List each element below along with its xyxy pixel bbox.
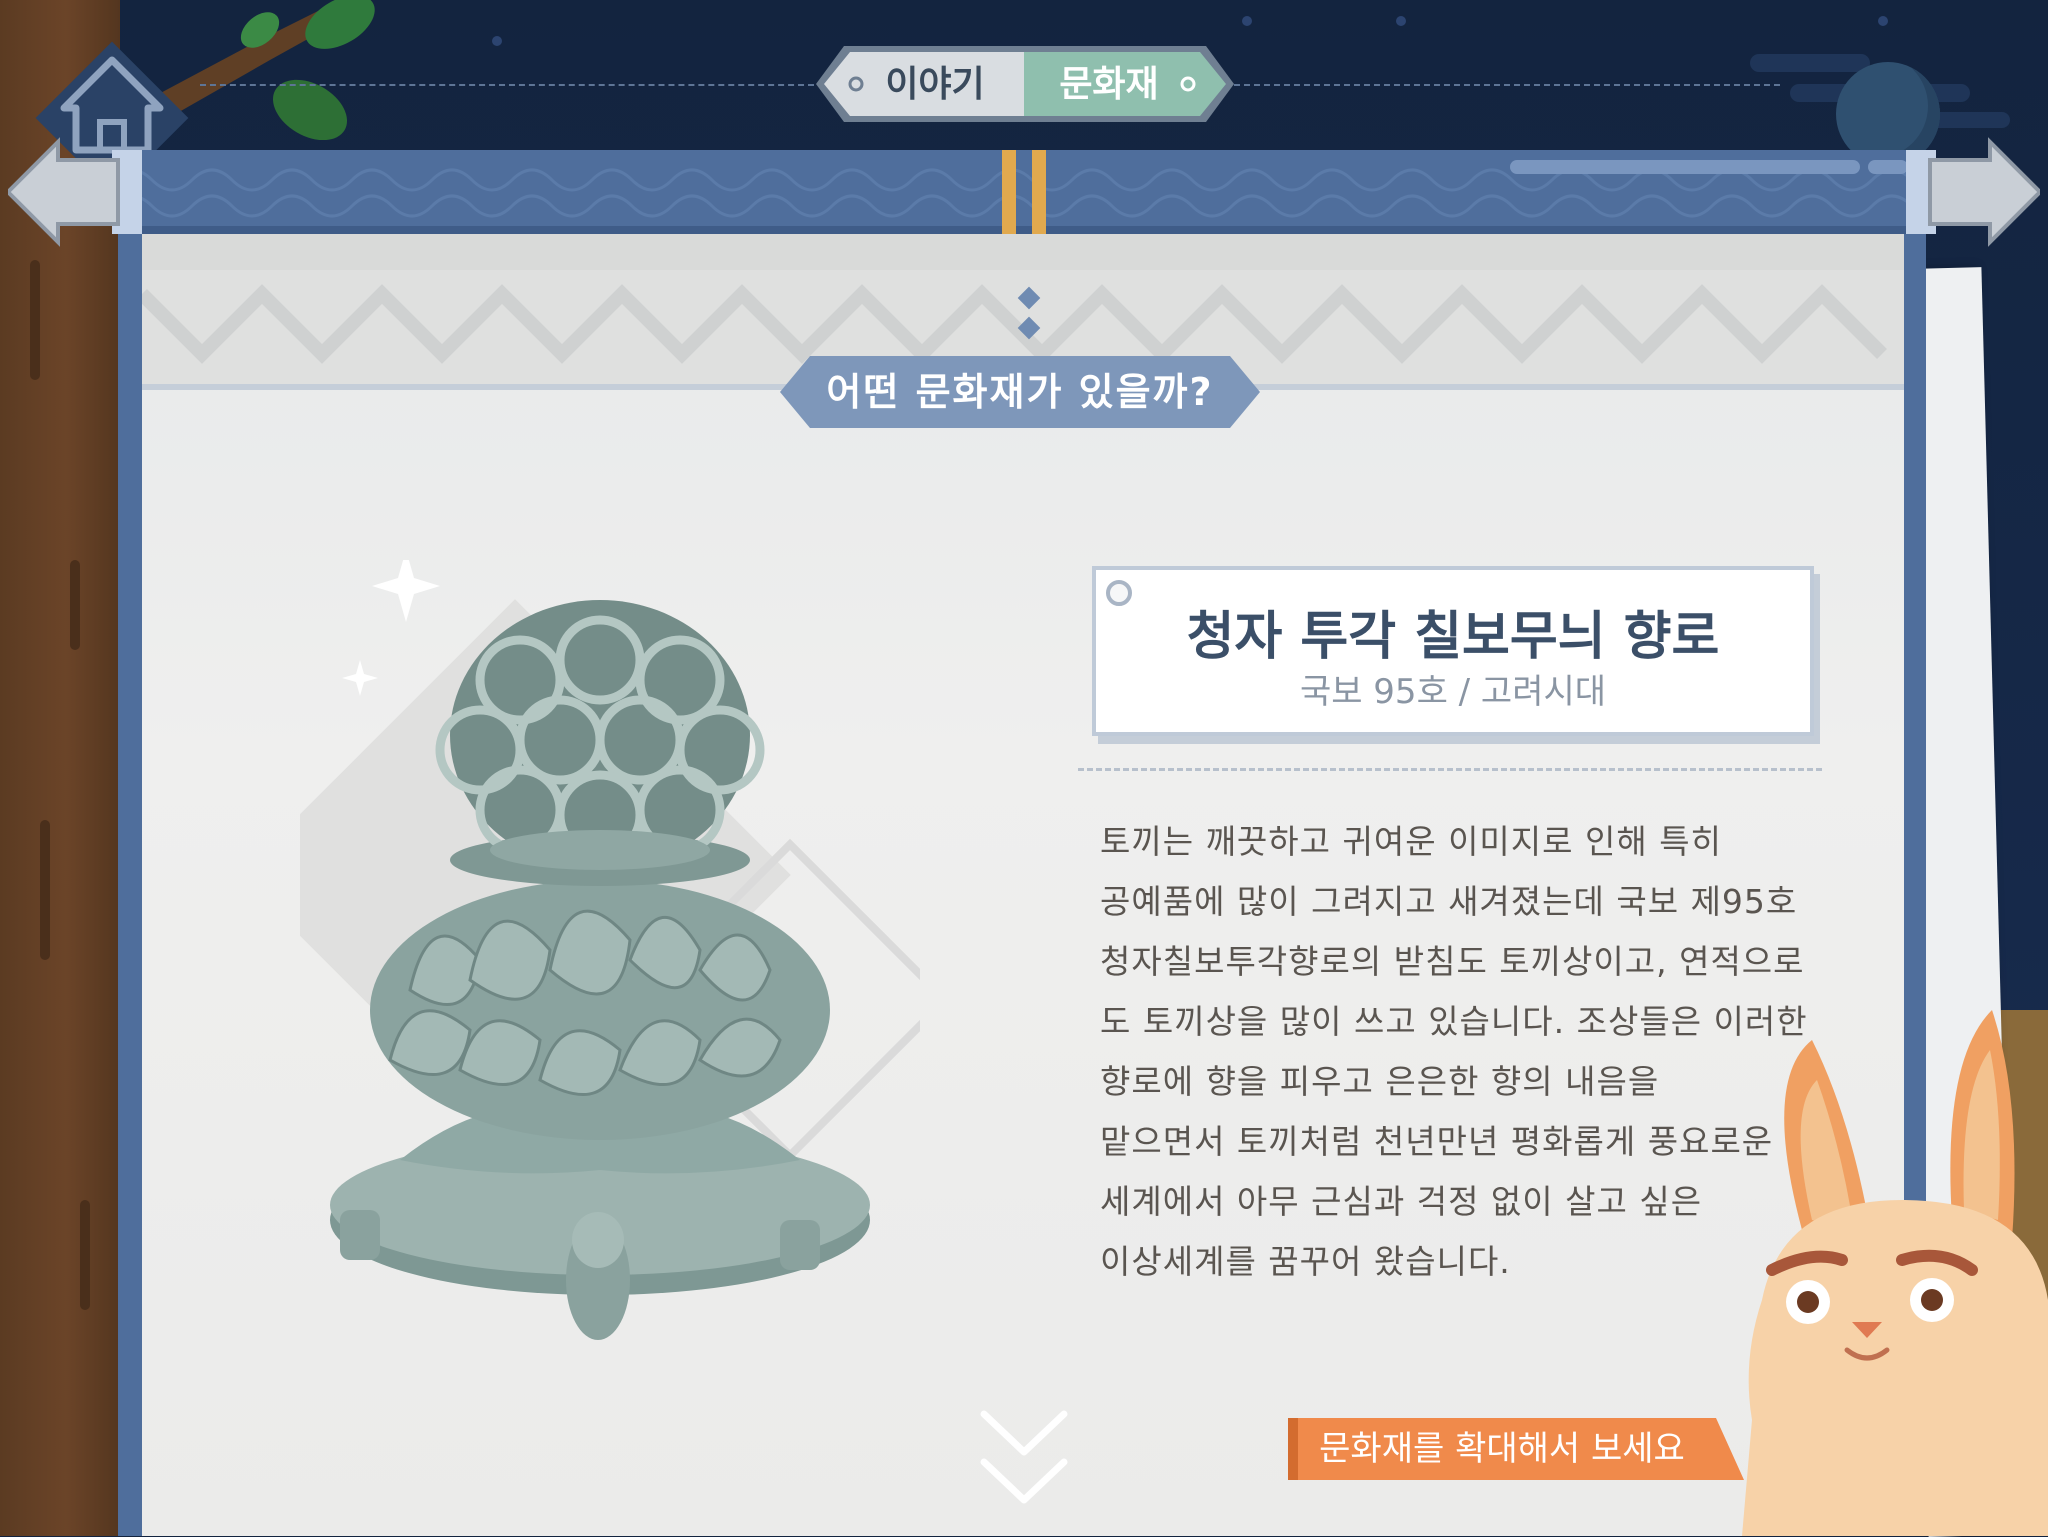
rabbit-character — [1742, 1010, 2048, 1536]
description-line: 향로에 향을 피우고 은은한 향의 내음을 — [1100, 1062, 1660, 1101]
rod-gold-band — [1002, 150, 1016, 234]
star-decoration — [492, 36, 502, 46]
dashed-divider — [1078, 768, 1822, 771]
description-line: 이상세계를 꿈꾸어 왔습니다. — [1100, 1242, 1511, 1281]
zoom-hint-text: 문화재를 확대해서 보세요 — [1319, 1429, 1685, 1469]
description-line: 토끼는 깨끗하고 귀여운 이미지로 인해 특히 — [1100, 822, 1722, 861]
artifact-title: 청자 투각 칠보무늬 향로 — [1186, 607, 1720, 667]
tab-heritage[interactable]: 문화재 — [1024, 54, 1194, 116]
sparkle-icon — [372, 560, 440, 622]
nav-dashed-line — [1234, 84, 1780, 86]
scroll-down-button[interactable] — [978, 1406, 1070, 1512]
tab-story[interactable]: 이야기 — [850, 54, 1020, 116]
artifact-description: 토끼는 깨끗하고 귀여운 이미지로 인해 특히 공예품에 많이 그려지고 새겨졌… — [1100, 812, 1820, 1292]
rod-gold-band — [1032, 150, 1046, 234]
section-heading: 어떤 문화재가 있을까? — [826, 370, 1214, 414]
description-line: 도 토끼상을 많이 쓰고 있습니다. 조상들은 이러한 — [1100, 1002, 1808, 1041]
rod-highlight — [1868, 160, 1908, 174]
artifact-image[interactable] — [300, 560, 920, 1380]
chevron-down-icon — [980, 1410, 1068, 1504]
description-line: 맡으면서 토끼처럼 천년만년 평화롭게 풍요로운 — [1100, 1122, 1774, 1161]
star-decoration — [1242, 16, 1252, 26]
description-line: 청자칠보투각향로의 받침도 토끼상이고, 연적으로 — [1100, 942, 1805, 981]
rod-cap-right — [1928, 137, 2040, 247]
description-line: 공예품에 많이 그려지고 새겨졌는데 국보 제95호 — [1100, 882, 1798, 921]
star-decoration — [1396, 16, 1406, 26]
rod-highlight — [1510, 160, 1860, 174]
rod-cap-left — [8, 137, 120, 247]
artifact-designation: 국보 95호 / 고려시대 — [1299, 672, 1607, 712]
nav-dashed-line — [200, 84, 814, 86]
star-decoration — [1878, 16, 1888, 26]
description-line: 세계에서 아무 근심과 걱정 없이 살고 싶은 — [1100, 1182, 1703, 1221]
sparkle-icon — [342, 660, 378, 696]
